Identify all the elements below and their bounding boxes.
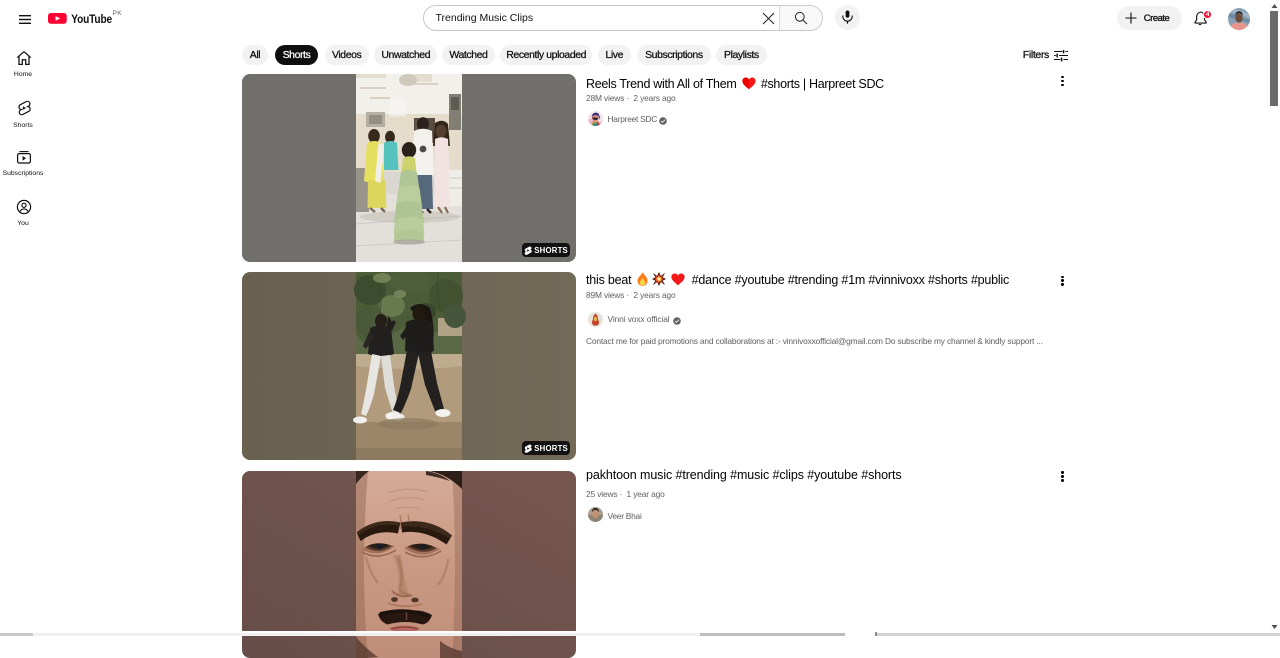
svg-text:YouTube: YouTube xyxy=(71,14,112,26)
